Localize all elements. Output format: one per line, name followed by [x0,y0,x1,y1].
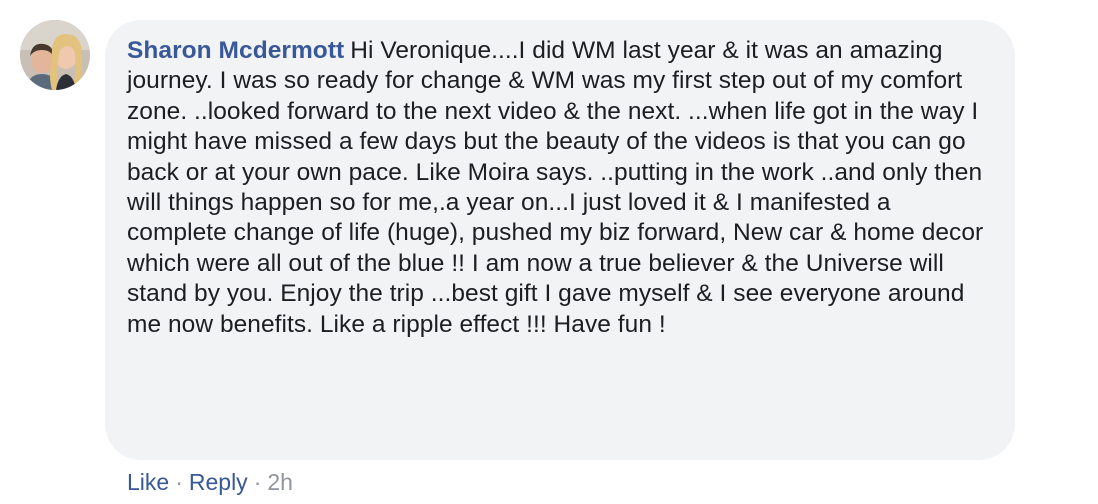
comment-author-name[interactable]: Sharon Mcdermott [127,37,344,64]
action-separator: · [253,469,262,495]
action-separator: · [175,469,183,495]
like-button[interactable]: Like [127,469,169,495]
comment-bubble: Sharon Mcdermott Hi Veronique....I did WM… [105,20,1015,460]
comment-body: Sharon Mcdermott Hi Veronique....I did WM… [127,36,993,340]
reply-button[interactable]: Reply [189,469,248,495]
profile-photo-icon [20,20,90,90]
author-avatar[interactable] [20,20,90,90]
comment-actions: Like · Reply · 2h [127,466,293,498]
comment-text: Hi Veronique....I did WM last year & it … [127,37,984,338]
comment: Sharon Mcdermott Hi Veronique....I did WM… [0,0,1098,504]
comment-timestamp[interactable]: 2h [267,469,293,495]
